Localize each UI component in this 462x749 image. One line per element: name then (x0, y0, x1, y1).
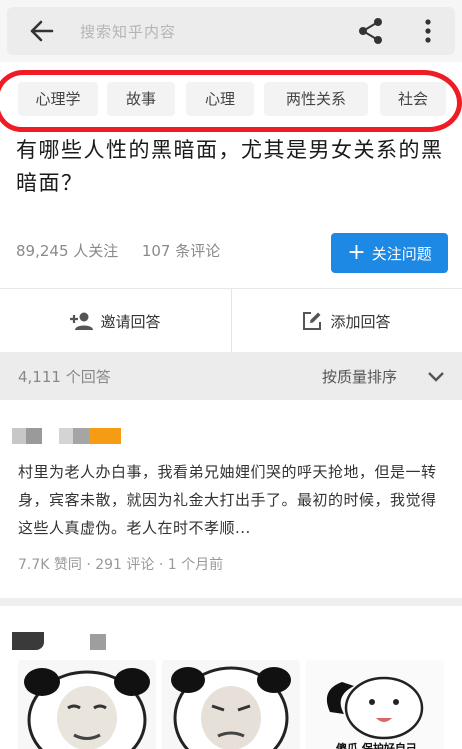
tag-mind[interactable]: 心理 (186, 82, 254, 116)
sort-dropdown[interactable]: 按质量排序 (322, 366, 397, 387)
tag-relationships[interactable]: 两性关系 (264, 82, 368, 116)
tag-story[interactable]: 故事 (107, 82, 175, 116)
question-stats: 89,245 人关注 107 条评论 (16, 240, 220, 261)
search-placeholder: 搜索知乎内容 (80, 23, 177, 41)
meme-image-1[interactable] (18, 660, 156, 749)
separator (0, 598, 462, 606)
answers-count: 4,111 个回答 (18, 368, 111, 386)
search-input[interactable]: 搜索知乎内容 (7, 7, 455, 55)
follow-label: 关注问题 (371, 244, 432, 263)
chevron-down-icon[interactable] (427, 371, 445, 383)
topic-tags: 心理学 故事 心理 两性关系 社会 (0, 62, 462, 134)
tag-society[interactable]: 社会 (380, 82, 446, 116)
question-title: 有哪些人性的黑暗面，尤其是男女关系的黑暗面？ (16, 138, 444, 195)
share-icon[interactable] (358, 17, 384, 45)
add-answer-button[interactable]: 添加回答 (231, 289, 462, 353)
invite-label: 邀请回答 (100, 312, 161, 331)
answer-meta: 7.7K 赞同 · 291 评论 · 1 个月前 (18, 557, 224, 573)
follow-question-button[interactable]: + 关注问题 (331, 233, 448, 273)
meme-image-3[interactable]: 傻瓜 保护好自己 (306, 660, 444, 749)
top-bar: 搜索知乎内容 (0, 0, 462, 62)
answers-header: 4,111 个回答 按质量排序 (0, 352, 462, 400)
meme-image-2[interactable] (162, 660, 300, 749)
tag-psychology[interactable]: 心理学 (18, 82, 98, 116)
back-arrow-icon[interactable] (28, 17, 54, 45)
answer-excerpt[interactable]: 村里为老人办白事，我看弟兄妯娌们哭的呼天抢地，但是一转身，宾客未散，就因为礼金大… (18, 458, 446, 542)
edit-icon (303, 312, 322, 330)
comments-link[interactable]: 107 条评论 (142, 242, 220, 260)
action-row: 邀请回答 添加回答 (0, 288, 462, 353)
more-options-icon[interactable] (420, 17, 436, 45)
add-person-icon (70, 312, 94, 330)
invite-answer-button[interactable]: 邀请回答 (0, 289, 231, 353)
followers-count: 89,245 人关注 (16, 242, 119, 260)
add-answer-label: 添加回答 (330, 312, 391, 331)
plus-icon: + (347, 240, 366, 265)
meme-caption: 傻瓜 保护好自己 (336, 742, 417, 749)
